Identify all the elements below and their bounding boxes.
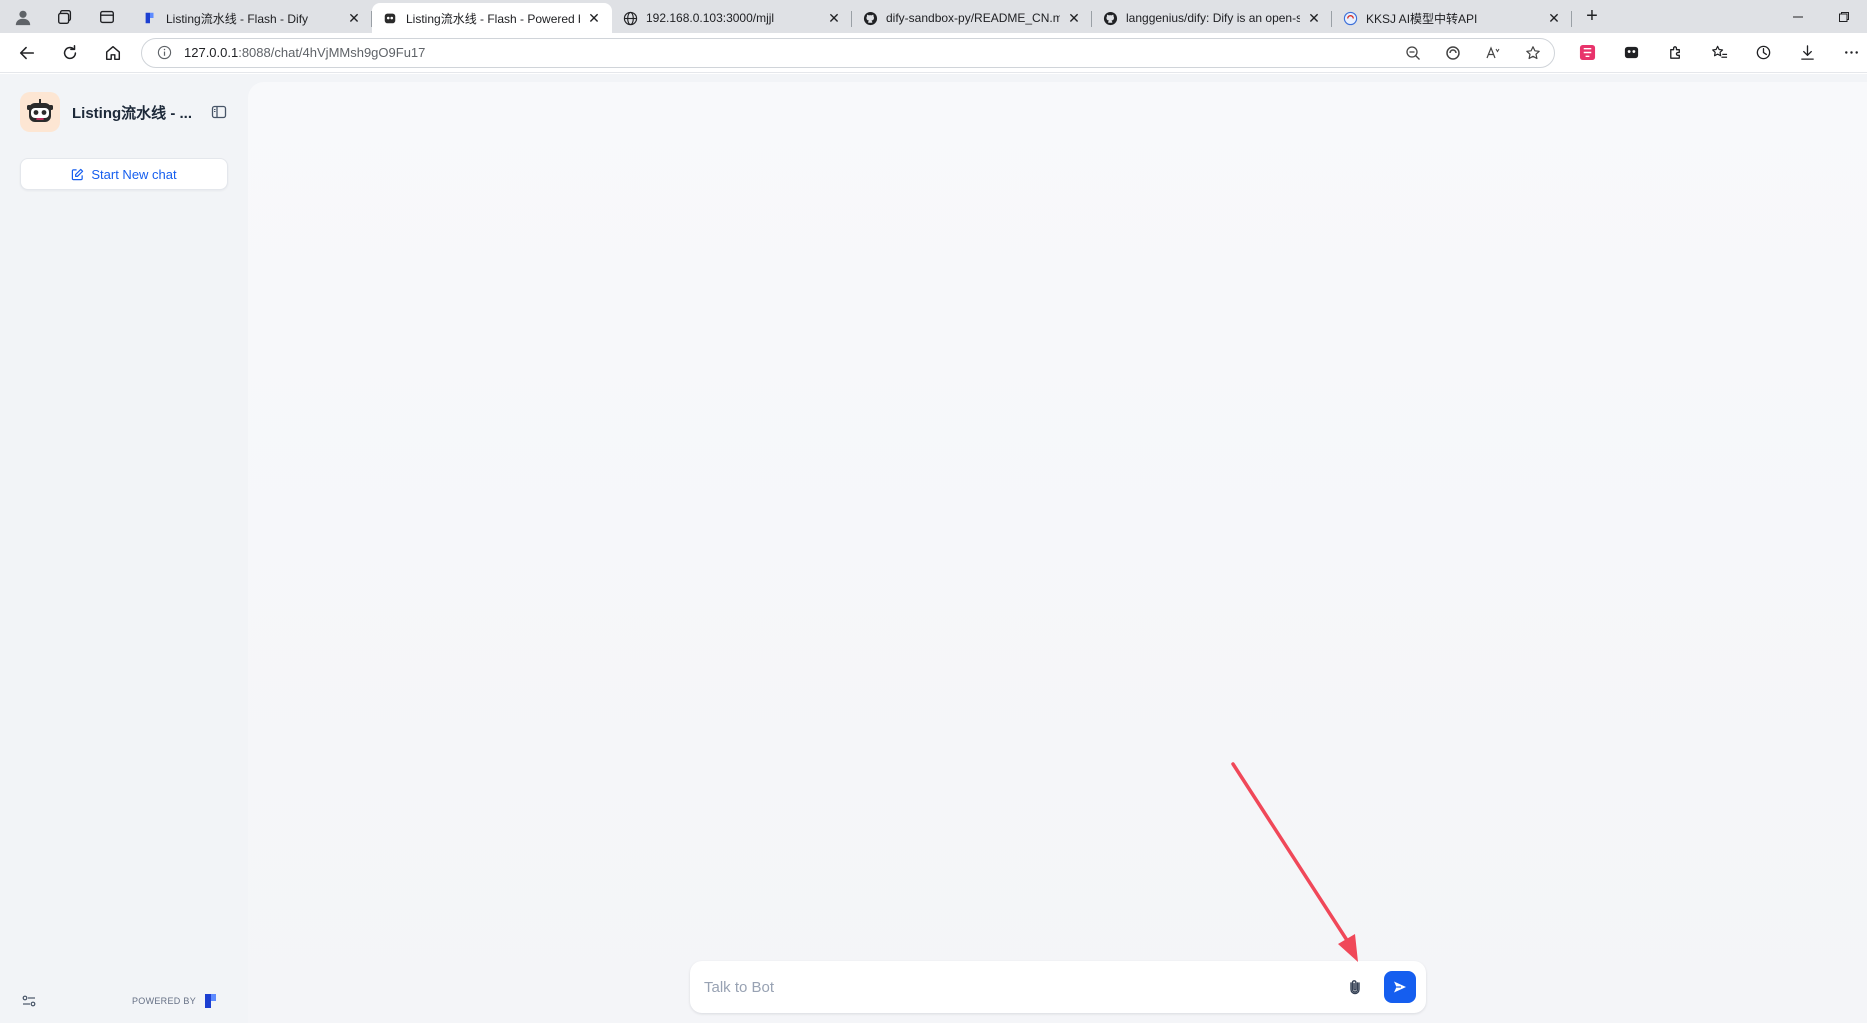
zoom-icon[interactable] — [1400, 40, 1426, 66]
start-new-chat-label: Start New chat — [91, 166, 177, 182]
powered-by: POWERED BY — [132, 992, 220, 1010]
back-icon[interactable] — [11, 37, 43, 69]
tab-actions-icon[interactable] — [96, 6, 118, 28]
sidebar-collapse-icon[interactable] — [208, 101, 230, 123]
browser-toolbar: 127.0.0.1:8088/chat/4hVjMMsh9gO9Fu17 — [0, 33, 1867, 73]
restore-icon[interactable] — [1821, 0, 1867, 33]
github-icon — [862, 10, 878, 26]
browser-tab-5[interactable]: langgenius/dify: Dify is an open-s ✕ — [1092, 3, 1332, 33]
tab-title: Listing流水线 - Flash - Dify — [166, 11, 309, 26]
window-controls — [1775, 0, 1867, 33]
extensions-puzzle-icon[interactable] — [1659, 37, 1691, 69]
bot-icon — [382, 10, 398, 26]
new-tab-button[interactable]: + — [1578, 3, 1606, 31]
close-icon[interactable]: ✕ — [1546, 10, 1562, 26]
browser-tab-6[interactable]: KKSJ AI模型中转API ✕ — [1332, 3, 1572, 33]
browser-tab-1[interactable]: Listing流水线 - Flash - Dify ✕ — [132, 3, 372, 33]
send-button[interactable] — [1384, 971, 1416, 1003]
extension-dark-icon[interactable] — [1615, 37, 1647, 69]
favorites-icon[interactable] — [1703, 37, 1735, 69]
send-icon — [1394, 981, 1406, 993]
minimize-icon[interactable] — [1775, 0, 1821, 33]
app-avatar — [20, 92, 60, 132]
tab-title: 192.168.0.103:3000/mjjl — [646, 11, 775, 25]
close-icon[interactable]: ✕ — [1306, 10, 1322, 26]
translate-icon[interactable] — [1440, 40, 1466, 66]
browser-tab-strip: Listing流水线 - Flash - Dify ✕ Listing流水线 -… — [0, 0, 1867, 33]
close-icon[interactable]: ✕ — [826, 10, 842, 26]
paperclip-icon[interactable] — [1342, 974, 1368, 1000]
settings-sliders-icon[interactable] — [20, 992, 38, 1010]
downloads-icon[interactable] — [1791, 37, 1823, 69]
globe-icon — [622, 10, 638, 26]
address-bar[interactable]: 127.0.0.1:8088/chat/4hVjMMsh9gO9Fu17 — [141, 37, 1555, 68]
browser-tab-2[interactable]: Listing流水线 - Flash - Powered b ✕ — [372, 3, 612, 33]
url-text[interactable]: 127.0.0.1:8088/chat/4hVjMMsh9gO9Fu17 — [184, 45, 1386, 60]
chat-main-panel — [248, 82, 1867, 1023]
dify-icon — [142, 10, 158, 26]
start-new-chat-button[interactable]: Start New chat — [20, 158, 228, 190]
github-icon — [1102, 10, 1118, 26]
browser-tab-3[interactable]: 192.168.0.103:3000/mjjl ✕ — [612, 3, 852, 33]
more-menu-icon[interactable] — [1835, 37, 1867, 69]
close-icon[interactable]: ✕ — [346, 10, 362, 26]
app-title: Listing流水线 - ... — [72, 104, 192, 122]
read-aloud-icon[interactable] — [1480, 40, 1506, 66]
tab-title: KKSJ AI模型中转API — [1366, 11, 1478, 26]
edit-icon — [71, 167, 85, 181]
profile-icon[interactable] — [12, 6, 34, 28]
refresh-icon[interactable] — [54, 37, 86, 69]
chat-input-box — [690, 961, 1426, 1013]
kksj-icon — [1342, 10, 1358, 26]
url-path: :8088/chat/4hVjMMsh9gO9Fu17 — [238, 45, 426, 60]
chat-app: Listing流水线 - ... Start New chat POWERED … — [0, 74, 1867, 1023]
favorite-star-icon[interactable] — [1520, 40, 1546, 66]
app-header: Listing流水线 - ... — [20, 92, 230, 132]
powered-by-label: POWERED BY — [131, 996, 196, 1006]
url-host: 127.0.0.1 — [184, 45, 239, 60]
chat-message-input[interactable] — [704, 978, 1342, 996]
workspaces-icon[interactable] — [54, 6, 76, 28]
close-icon[interactable]: ✕ — [586, 10, 602, 26]
extension-pink-icon[interactable] — [1571, 37, 1603, 69]
sidebar: Listing流水线 - ... Start New chat POWERED … — [0, 74, 248, 1023]
sidebar-footer: POWERED BY — [20, 990, 220, 1012]
robot-icon — [27, 99, 53, 122]
tab-title: langgenius/dify: Dify is an open-s — [1126, 11, 1300, 25]
dify-logo-icon — [205, 994, 216, 1008]
tab-title: Listing流水线 - Flash - Powered b — [406, 11, 580, 26]
tab-title: dify-sandbox-py/README_CN.md — [886, 11, 1060, 25]
site-info-icon[interactable] — [156, 45, 172, 61]
home-icon[interactable] — [97, 37, 129, 69]
browser-tab-4[interactable]: dify-sandbox-py/README_CN.md ✕ — [852, 3, 1092, 33]
close-icon[interactable]: ✕ — [1066, 10, 1082, 26]
history-icon[interactable] — [1747, 37, 1779, 69]
